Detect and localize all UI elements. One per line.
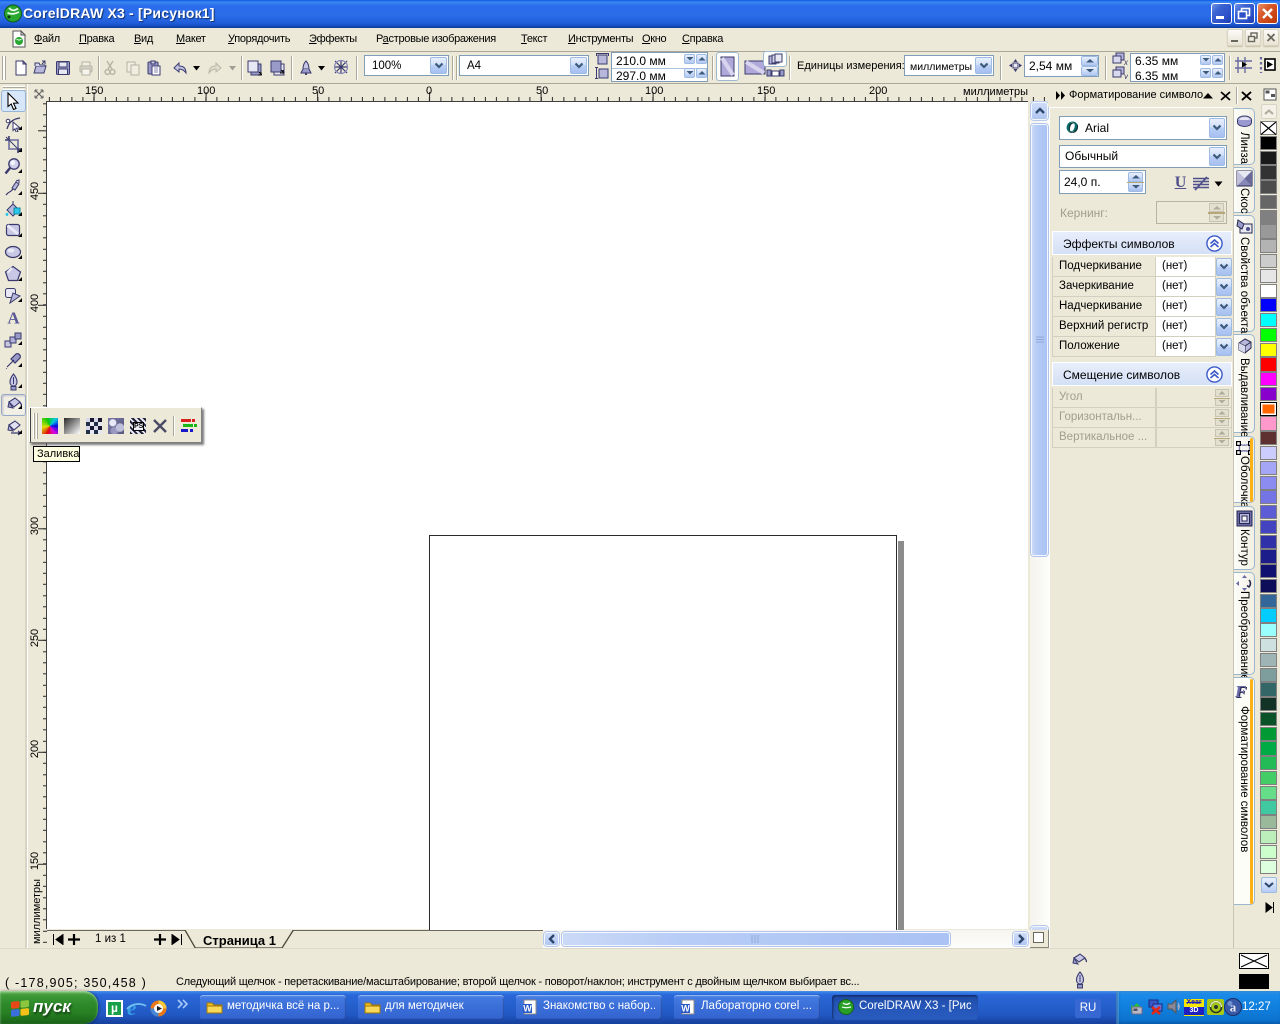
svg-text:a: a	[1230, 1000, 1237, 1015]
